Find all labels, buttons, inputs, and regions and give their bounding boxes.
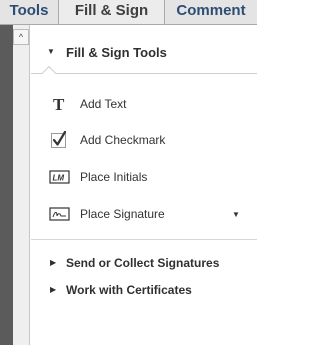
place-signature-label: Place Signature <box>80 207 165 221</box>
tab-bar: Tools Fill & Sign Comment <box>0 0 257 25</box>
header-divider <box>31 73 257 74</box>
tab-fill-sign[interactable]: Fill & Sign <box>59 0 164 24</box>
tab-tools[interactable]: Tools <box>0 0 58 24</box>
expand-right-icon: ▶ <box>50 285 57 294</box>
add-checkmark-button[interactable]: Add Checkmark <box>31 127 257 153</box>
add-checkmark-label: Add Checkmark <box>80 133 166 147</box>
chevron-down-icon[interactable]: ▼ <box>232 210 240 219</box>
initials-icon: LM <box>49 167 70 187</box>
document-edge <box>0 25 13 345</box>
scrollbar[interactable]: ^ <box>13 25 30 345</box>
panel-header[interactable]: ▼ Fill & Sign Tools <box>31 40 257 70</box>
checkmark-icon <box>49 130 69 150</box>
panel-title: Fill & Sign Tools <box>66 45 167 60</box>
section-label: Work with Certificates <box>66 283 192 297</box>
send-collect-signatures-section[interactable]: ▶ Send or Collect Signatures <box>31 253 257 275</box>
tab-comment[interactable]: Comment <box>165 0 257 24</box>
fill-sign-panel: ▼ Fill & Sign Tools T Add Text Add Check… <box>31 25 257 345</box>
place-initials-button[interactable]: LM Place Initials <box>31 164 257 190</box>
expand-right-icon: ▶ <box>50 258 57 267</box>
scroll-up-icon[interactable]: ^ <box>13 29 29 45</box>
text-icon: T <box>49 94 69 114</box>
add-text-button[interactable]: T Add Text <box>31 91 257 117</box>
section-divider <box>31 239 257 240</box>
section-label: Send or Collect Signatures <box>66 256 220 270</box>
expand-down-icon: ▼ <box>47 47 55 56</box>
svg-text:T: T <box>53 95 65 114</box>
place-initials-label: Place Initials <box>80 170 148 184</box>
add-text-label: Add Text <box>80 97 127 111</box>
svg-text:LM: LM <box>53 174 65 183</box>
signature-icon <box>49 204 70 224</box>
work-with-certificates-section[interactable]: ▶ Work with Certificates <box>31 280 257 302</box>
place-signature-button[interactable]: Place Signature ▼ <box>31 201 257 227</box>
